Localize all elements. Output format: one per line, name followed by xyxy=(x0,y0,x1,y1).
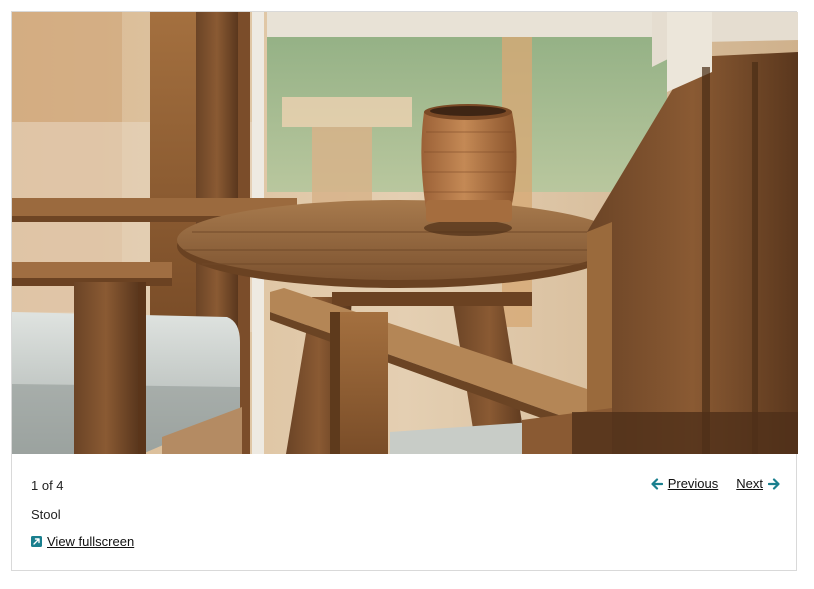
gallery-image[interactable] xyxy=(12,12,798,454)
image-gallery: 1 of 4 Stool View fullscreen Previous Ne… xyxy=(11,11,798,572)
gallery-navigation: Previous Next xyxy=(651,476,780,491)
view-fullscreen-label: View fullscreen xyxy=(47,534,135,549)
view-fullscreen-link[interactable]: View fullscreen xyxy=(31,534,134,549)
gallery-caption-area: 1 of 4 Stool View fullscreen Previous Ne… xyxy=(12,454,798,572)
previous-label: Previous xyxy=(667,476,719,491)
next-button[interactable]: Next xyxy=(736,476,780,491)
image-caption: Stool xyxy=(31,507,61,522)
arrow-right-icon xyxy=(768,477,780,490)
previous-button[interactable]: Previous xyxy=(651,476,719,491)
next-label: Next xyxy=(736,476,763,491)
external-link-icon xyxy=(31,536,42,547)
arrow-left-icon xyxy=(651,477,663,490)
image-counter: 1 of 4 xyxy=(31,478,64,493)
stool-photo xyxy=(12,12,798,454)
